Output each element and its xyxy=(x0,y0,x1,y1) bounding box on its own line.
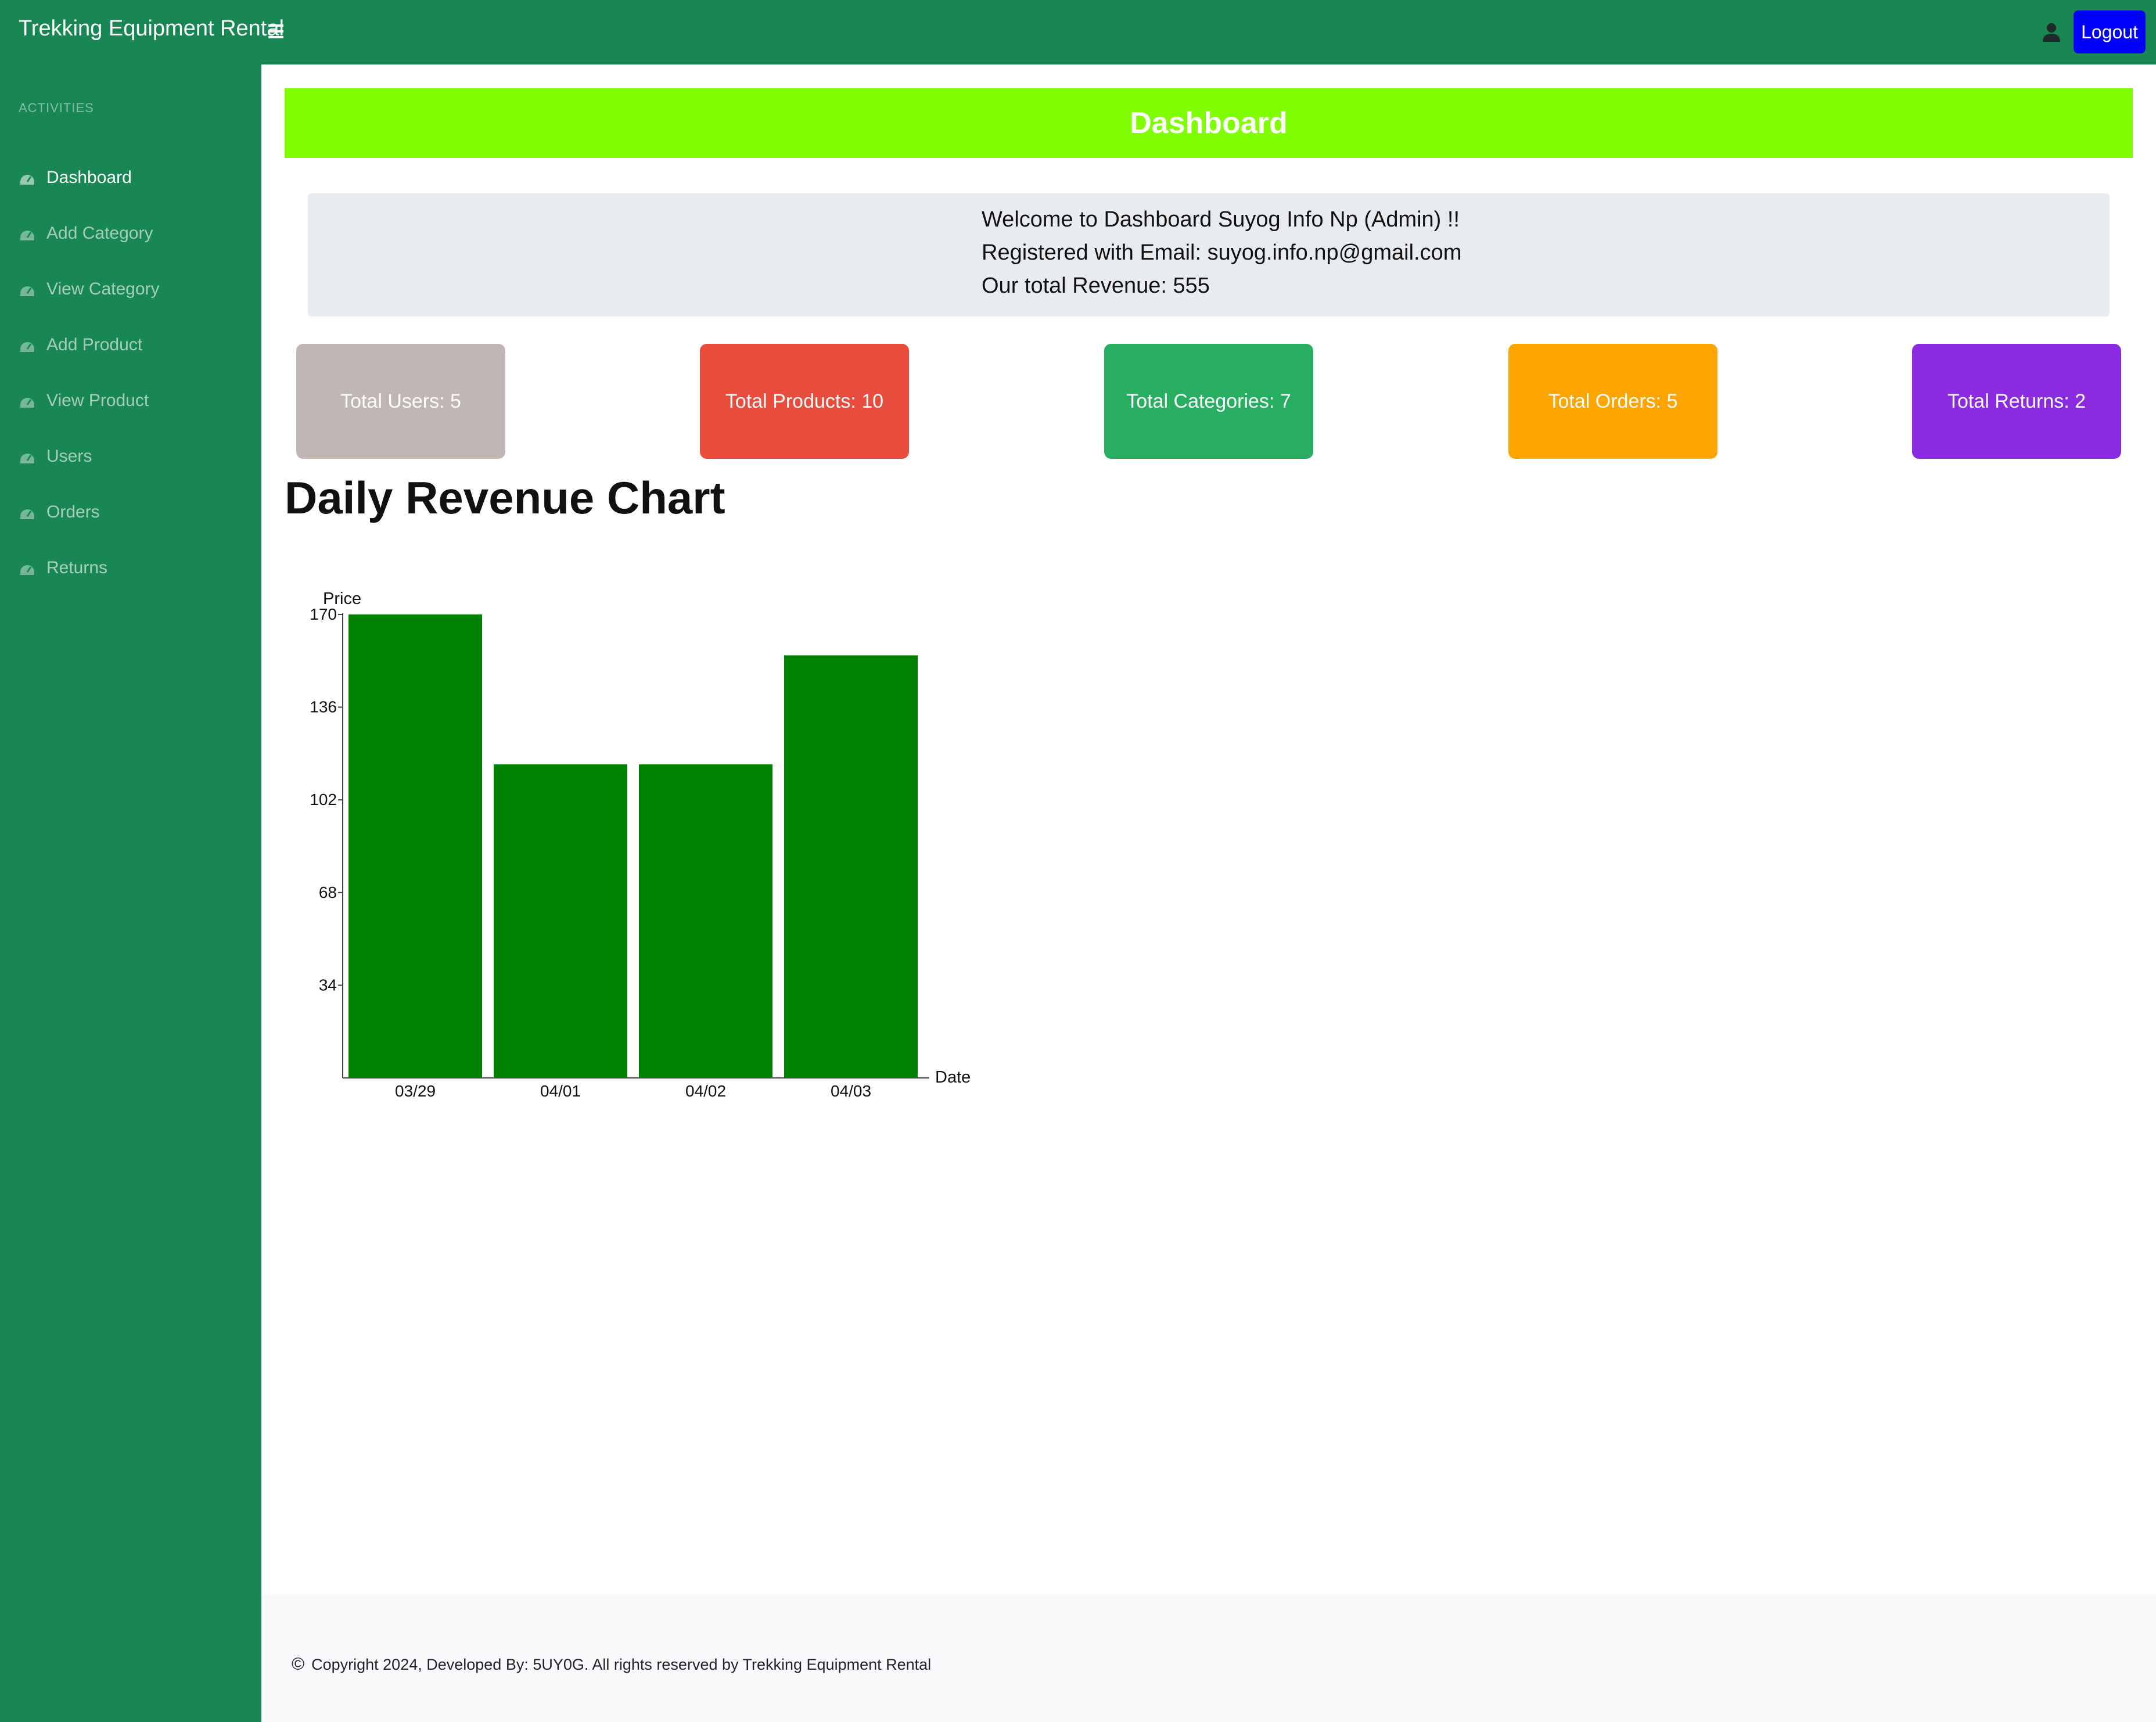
dashboard-icon xyxy=(20,286,34,296)
page-title: Dashboard xyxy=(1130,106,1288,140)
stat-label: Total Products: 10 xyxy=(725,390,884,412)
stat-card-categories[interactable]: Total Categories: 7 xyxy=(1104,344,1313,459)
sidebar-item-label: Dashboard xyxy=(46,168,132,187)
bar xyxy=(784,655,918,1078)
sidebar: ACTIVITIES Dashboard Add Category View C… xyxy=(0,64,261,1722)
sidebar-item-add-category[interactable]: Add Category xyxy=(19,216,251,251)
x-axis-label: Date xyxy=(935,1068,971,1087)
dashboard-icon xyxy=(20,231,34,240)
sidebar-item-view-product[interactable]: View Product xyxy=(19,383,251,418)
hamburger-icon[interactable] xyxy=(268,21,286,42)
x-tick-label: 04/03 xyxy=(831,1082,871,1100)
dashboard-icon xyxy=(20,175,34,185)
registered-email: Registered with Email: suyog.info.np@gma… xyxy=(982,240,1462,265)
sidebar-item-label: Add Category xyxy=(46,224,153,243)
stat-label: Total Returns: 2 xyxy=(1947,390,2086,412)
user-icon[interactable] xyxy=(2040,21,2063,44)
y-tick-label: 68 xyxy=(319,883,337,901)
sidebar-item-label: Orders xyxy=(46,502,100,522)
welcome-panel: Welcome to Dashboard Suyog Info Np (Admi… xyxy=(308,193,2110,317)
stat-card-products[interactable]: Total Products: 10 xyxy=(700,344,909,459)
bar xyxy=(494,764,627,1078)
x-tick-label: 04/01 xyxy=(540,1082,581,1100)
sidebar-item-label: Add Product xyxy=(46,335,143,354)
bar xyxy=(639,764,772,1078)
stat-card-returns[interactable]: Total Returns: 2 xyxy=(1912,344,2121,459)
x-tick-label: 04/02 xyxy=(685,1082,726,1100)
sidebar-item-view-category[interactable]: View Category xyxy=(19,272,251,307)
footer-text-row: © Copyright 2024, Developed By: 5UY0G. A… xyxy=(292,1655,931,1674)
total-revenue: Our total Revenue: 555 xyxy=(982,274,1210,298)
dashboard-banner: Dashboard xyxy=(285,88,2133,158)
sidebar-item-label: View Category xyxy=(46,279,160,299)
y-tick-label: 102 xyxy=(310,790,337,808)
logout-button[interactable]: Logout xyxy=(2074,10,2146,53)
stat-card-users[interactable]: Total Users: 5 xyxy=(296,344,505,459)
stat-label: Total Orders: 5 xyxy=(1548,390,1678,412)
stat-label: Total Users: 5 xyxy=(340,390,461,412)
stat-card-orders[interactable]: Total Orders: 5 xyxy=(1508,344,1717,459)
daily-revenue-chart: 346810213617003/29 04/01 04/02 04/03PriceDa… xyxy=(310,589,971,1100)
x-tick-label: 03/29 xyxy=(395,1082,436,1100)
y-tick-label: 136 xyxy=(310,698,337,716)
welcome-message: Welcome to Dashboard Suyog Info Np (Admi… xyxy=(982,207,1460,232)
stat-label: Total Categories: 7 xyxy=(1126,390,1291,412)
chart-heading: Daily Revenue Chart xyxy=(285,472,725,523)
sidebar-item-returns[interactable]: Returns xyxy=(19,551,251,585)
y-tick-label: 34 xyxy=(319,976,337,994)
sidebar-item-dashboard[interactable]: Dashboard xyxy=(19,160,251,195)
dashboard-icon xyxy=(20,509,34,519)
sidebar-heading: ACTIVITIES xyxy=(19,100,94,115)
brand-title[interactable]: Trekking Equipment Rental xyxy=(19,16,284,41)
sidebar-item-label: View Product xyxy=(46,391,149,410)
sidebar-item-add-product[interactable]: Add Product xyxy=(19,328,251,362)
copyright-icon: © xyxy=(292,1655,305,1674)
top-navbar: Trekking Equipment Rental Logout xyxy=(0,0,2156,64)
sidebar-item-label: Users xyxy=(46,447,92,466)
sidebar-item-orders[interactable]: Orders xyxy=(19,495,251,530)
dashboard-icon xyxy=(20,398,34,408)
sidebar-item-users[interactable]: Users xyxy=(19,439,251,474)
sidebar-item-label: Returns xyxy=(46,558,108,577)
dashboard-icon xyxy=(20,342,34,352)
dashboard-icon xyxy=(20,565,34,575)
copyright-text: Copyright 2024, Developed By: 5UY0G. All… xyxy=(311,1655,932,1673)
bar xyxy=(348,614,482,1078)
dashboard-icon xyxy=(20,454,34,463)
footer: © Copyright 2024, Developed By: 5UY0G. A… xyxy=(261,1594,2156,1722)
y-axis-label: Price xyxy=(323,589,361,608)
